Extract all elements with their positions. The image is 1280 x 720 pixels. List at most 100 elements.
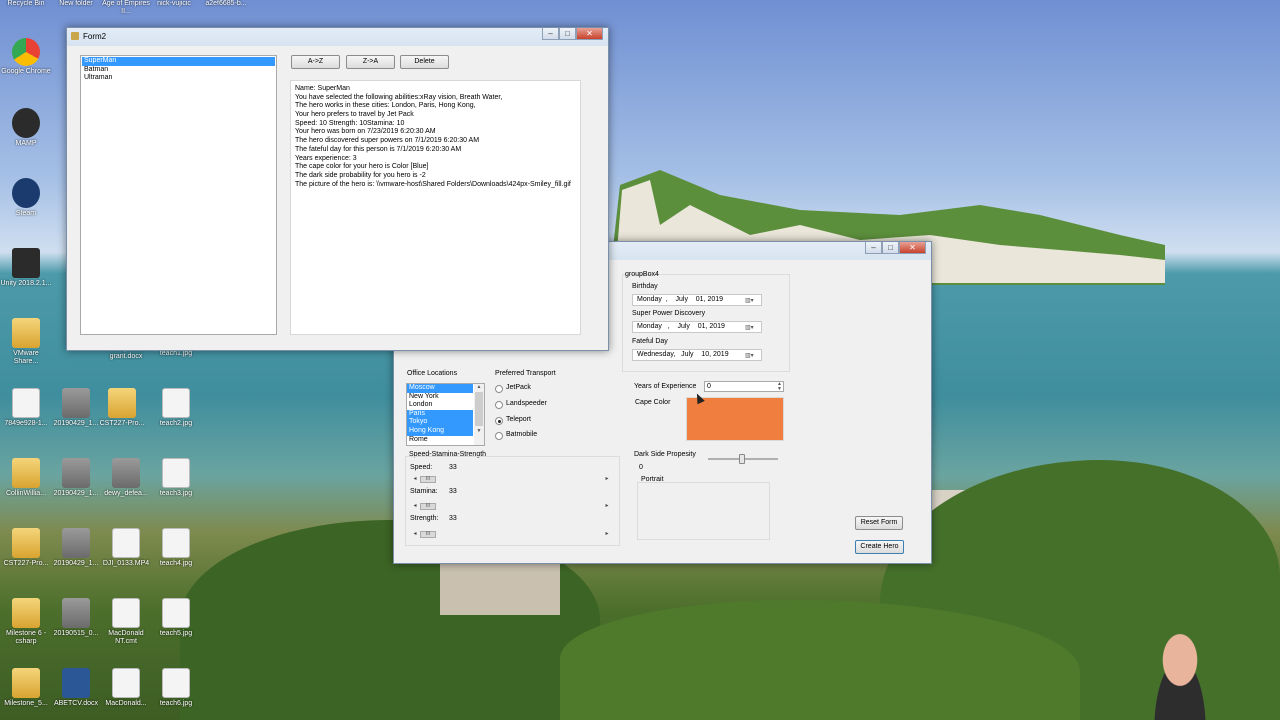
desktop-icon-photo[interactable]: 20190515_0... (50, 598, 102, 638)
desktop-icon-teach4[interactable]: teach4.jpg (150, 528, 202, 568)
desktop-icon-recycle-bin[interactable]: Recycle Bin (0, 0, 52, 8)
birthday-picker[interactable]: Monday , July 01, 2019 ▥▾ (632, 294, 762, 306)
spinner-arrows-icon[interactable]: ▲ ▼ (777, 382, 782, 392)
desktop-icon-label: teach2.jpg (159, 420, 193, 427)
hero-list[interactable]: SuperMan Batman Ultraman (80, 55, 277, 335)
scroll-thumb[interactable]: III (420, 503, 436, 510)
radio-teleport-label[interactable]: Teleport (506, 416, 531, 423)
folder-icon (12, 668, 40, 698)
close-button[interactable]: ✕ (576, 28, 603, 40)
desktop-icon-label: 20190515_0... (53, 630, 99, 637)
dark-side-slider[interactable] (708, 454, 778, 464)
sort-a-z-button[interactable]: A->Z (291, 55, 340, 69)
office-locations-list[interactable]: Moscow New York London Paris Tokyo Hong … (406, 383, 485, 446)
desktop-icon-folder[interactable]: Milestone 6 - csharp (0, 598, 52, 646)
desktop-icon-folder[interactable]: Milestone_5... (0, 668, 52, 708)
slider-thumb[interactable] (739, 454, 745, 464)
calendar-dropdown-icon[interactable]: ▥▾ (745, 296, 759, 304)
scroll-thumb[interactable]: III (420, 531, 436, 538)
discovery-picker[interactable]: Monday , July 01, 2019 ▥▾ (632, 321, 762, 333)
scroll-left-icon[interactable]: ◂ (411, 475, 419, 482)
desktop-icon-teach3[interactable]: teach3.jpg (150, 458, 202, 498)
scroll-right-icon[interactable]: ▸ (603, 530, 611, 537)
scroll-right-icon[interactable]: ▸ (603, 502, 611, 509)
list-item[interactable]: SuperMan (82, 57, 275, 66)
strength-value: 33 (449, 515, 457, 522)
scroll-right-icon[interactable]: ▸ (603, 475, 611, 482)
maximize-button[interactable]: □ (559, 28, 576, 40)
group-box-4-title: groupBox4 (625, 271, 659, 278)
list-item[interactable]: Batman (82, 66, 275, 75)
desktop-icon-photo[interactable]: 20190429_1... (50, 528, 102, 568)
list-item[interactable]: New York (407, 393, 473, 402)
portrait-picture-box[interactable] (637, 482, 770, 540)
desktop-icon-file[interactable]: a2ef6685-b... (200, 0, 252, 8)
scroll-left-icon[interactable]: ◂ (411, 502, 419, 509)
maximize-button[interactable]: □ (882, 242, 899, 254)
fateful-day-picker[interactable]: Wednesday, July 10, 2019 ▥▾ (632, 349, 762, 361)
desktop-icon-photo[interactable]: dewy_defea... (100, 458, 152, 498)
birthday-month: July (675, 296, 688, 303)
strength-scrollbar[interactable]: ◂ III ▸ (411, 530, 611, 540)
desktop-icon-chrome[interactable]: Google Chrome (0, 38, 52, 76)
list-item[interactable]: Rome (407, 436, 473, 445)
calendar-dropdown-icon[interactable]: ▥▾ (745, 351, 759, 359)
stamina-scrollbar[interactable]: ◂ III ▸ (411, 502, 611, 512)
radio-batmobile-label[interactable]: Batmobile (506, 431, 537, 438)
desktop-icon-teach2[interactable]: teach2.jpg (150, 388, 202, 428)
delete-button[interactable]: Delete (400, 55, 449, 69)
list-scrollbar[interactable]: ▲ ▼ (474, 384, 484, 445)
desktop-icon-vmware-share[interactable]: VMware Share... (0, 318, 52, 366)
desktop-icon-age-of-empires[interactable]: Age of Empires II... (100, 0, 152, 16)
minimize-button[interactable]: – (542, 28, 559, 40)
radio-batmobile[interactable] (495, 432, 503, 440)
list-item[interactable]: Paris (407, 409, 473, 419)
stamina-value: 33 (449, 488, 457, 495)
desktop-icon-video[interactable]: DJI_0133.MP4 (100, 528, 152, 568)
radio-landspeeder-label[interactable]: Landspeeder (506, 400, 547, 407)
radio-teleport[interactable] (495, 417, 503, 425)
list-item[interactable]: London (407, 401, 473, 410)
desktop-icon-file[interactable]: 7849e928-1... (0, 388, 52, 428)
desktop-icon-teach6[interactable]: teach6.jpg (150, 668, 202, 708)
desktop-icon-teach1[interactable]: teach1.jpg (150, 350, 202, 358)
presenter-webcam (1140, 620, 1220, 720)
sort-z-a-button[interactable]: Z->A (346, 55, 395, 69)
detail-line: The hero discovered super powers on 7/1/… (295, 137, 480, 145)
minimize-button[interactable]: – (865, 242, 882, 254)
desktop-icon-unity[interactable]: Unity 2018.2.1... (0, 248, 52, 288)
hero-details-textbox[interactable]: Name: SuperMan You have selected the fol… (290, 80, 581, 335)
radio-landspeeder[interactable] (495, 401, 503, 409)
desktop-icon-folder[interactable]: CST227-Pro... (96, 388, 148, 428)
desktop-icon-photo[interactable]: 20190429_1... (50, 458, 102, 498)
desktop-icon-folder[interactable]: CollinWillia... (0, 458, 52, 498)
radio-jetpack-label[interactable]: JetPack (506, 384, 531, 391)
desktop-icon-mamp[interactable]: MAMP (0, 108, 52, 148)
desktop-icon-folder[interactable]: CST227-Pro... (0, 528, 52, 568)
reset-form-button[interactable]: Reset Form (855, 516, 903, 530)
desktop-icon-file[interactable]: MacDonald NT.cmt (100, 598, 152, 646)
close-button[interactable]: ✕ (899, 242, 926, 254)
scroll-thumb[interactable]: III (420, 476, 436, 483)
title-bar[interactable]: Form2 – □ ✕ (67, 28, 608, 46)
unity-icon (12, 248, 40, 278)
detail-line: Years experience: 3 (295, 154, 357, 162)
scroll-left-icon[interactable]: ◂ (411, 530, 419, 537)
list-item[interactable]: Moscow (407, 384, 473, 393)
calendar-dropdown-icon[interactable]: ▥▾ (745, 323, 759, 331)
list-item[interactable]: Ultraman (82, 74, 275, 83)
list-item[interactable]: Hong Kong (407, 426, 473, 436)
desktop-icon-photo[interactable]: 20190429_1... (50, 388, 102, 428)
desktop-icon-word-doc[interactable]: ABETCV.docx (50, 668, 102, 708)
radio-jetpack[interactable] (495, 385, 503, 393)
desktop-icon-nick-vujicic[interactable]: nick-vujicic (148, 0, 200, 8)
create-hero-button[interactable]: Create Hero (855, 540, 904, 554)
desktop-icon-file[interactable]: MacDonald... (100, 668, 152, 708)
cape-color-swatch[interactable] (686, 397, 784, 441)
desktop-icon-new-folder[interactable]: New folder (50, 0, 102, 8)
list-item[interactable]: Tokyo (407, 418, 473, 427)
speed-scrollbar[interactable]: ◂ III ▸ (411, 475, 611, 485)
years-experience-spinner[interactable]: 0 ▲ ▼ (704, 381, 784, 392)
desktop-icon-teach5[interactable]: teach5.jpg (150, 598, 202, 638)
desktop-icon-steam[interactable]: Steam (0, 178, 52, 218)
